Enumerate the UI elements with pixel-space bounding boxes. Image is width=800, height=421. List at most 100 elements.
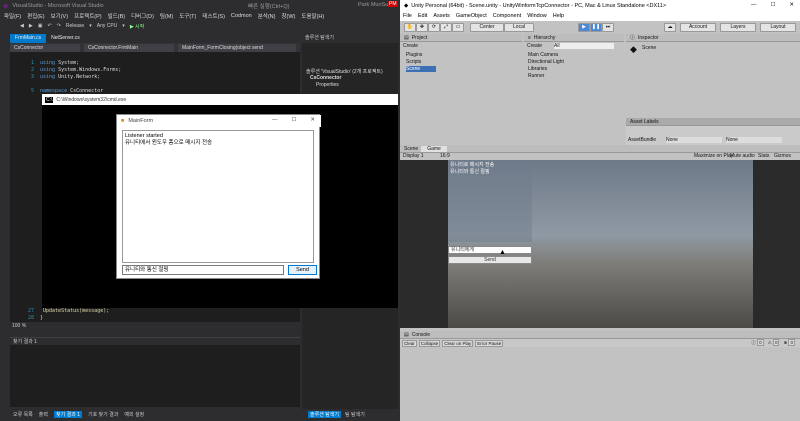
nav-member-dropdown[interactable]: MainForm_FormClosing(object send bbox=[178, 43, 296, 52]
save-icon[interactable]: ▣ bbox=[38, 23, 43, 29]
console-clear-button[interactable]: Clear bbox=[402, 339, 417, 347]
send-button[interactable]: Send bbox=[288, 265, 317, 275]
menu-test[interactable]: 테스트(S) bbox=[202, 12, 225, 20]
project-node[interactable]: CsConnector bbox=[310, 75, 341, 81]
redo-icon[interactable]: ↷ bbox=[57, 23, 61, 29]
tab-netserver[interactable]: NetServer.cs bbox=[46, 34, 85, 43]
config-dropdown[interactable]: Release bbox=[66, 23, 84, 29]
menu-view[interactable]: 보기(V) bbox=[51, 12, 68, 20]
hierarchy-item[interactable]: Directional Light bbox=[528, 59, 564, 65]
solution-node[interactable]: 솔루션 'VisualStudio' (2개 프로젝트) bbox=[306, 68, 383, 75]
maximize-on-play-toggle[interactable]: Maximize on Play bbox=[694, 153, 733, 159]
tab-exception-settings[interactable]: 예외 설정 bbox=[124, 411, 144, 418]
menu-help[interactable]: Help bbox=[553, 13, 564, 19]
maximize-icon[interactable]: ☐ bbox=[770, 2, 775, 8]
forward-icon[interactable]: ▶ bbox=[29, 23, 33, 29]
play-icon[interactable]: ▶ bbox=[578, 23, 590, 32]
start-button[interactable]: ▶ 시작 bbox=[130, 23, 144, 30]
tab-error-list[interactable]: 오류 목록 bbox=[13, 411, 33, 418]
properties-node[interactable]: Properties bbox=[316, 82, 339, 88]
zoom-level[interactable]: 100 % bbox=[10, 323, 26, 329]
game-send-button[interactable]: Send bbox=[448, 256, 532, 264]
tab-symbol-results[interactable]: 기호 찾기 결과 bbox=[88, 411, 118, 418]
tab-scene[interactable]: Scene bbox=[404, 146, 418, 152]
info-count[interactable]: ⓘ 0 bbox=[750, 339, 764, 346]
tab-inspector[interactable]: Inspector bbox=[638, 35, 659, 41]
user-name[interactable]: Park MunSu bbox=[358, 2, 388, 8]
rotate-tool-icon[interactable]: ⟳ bbox=[428, 23, 440, 32]
maximize-icon[interactable]: ☐ bbox=[291, 117, 296, 123]
tab-solution-explorer[interactable]: 솔루션 탐색기 bbox=[308, 411, 341, 418]
mute-audio-toggle[interactable]: Mute audio bbox=[730, 153, 755, 159]
hierarchy-item[interactable]: Main Camera bbox=[528, 52, 558, 58]
warning-count[interactable]: ⚠ 0 bbox=[767, 339, 781, 346]
close-icon[interactable]: ✕ bbox=[310, 117, 315, 123]
menu-debug[interactable]: 디버그(D) bbox=[131, 12, 154, 20]
aspect-dropdown[interactable]: 16:9 bbox=[440, 153, 450, 159]
step-icon[interactable]: ⏭ bbox=[602, 23, 614, 32]
chevron-down-icon[interactable]: ▾ bbox=[122, 23, 125, 29]
back-icon[interactable]: ◀ bbox=[20, 23, 24, 29]
display-dropdown[interactable]: Display 1 bbox=[403, 153, 424, 159]
tab-find-results[interactable]: 찾기 결과 1 bbox=[54, 411, 82, 418]
tab-game[interactable]: Game bbox=[421, 145, 447, 152]
close-icon[interactable]: ✕ bbox=[789, 2, 794, 8]
tab-project[interactable]: Project bbox=[412, 35, 428, 41]
menu-window[interactable]: 창(W) bbox=[281, 12, 295, 20]
console-log-area[interactable] bbox=[400, 347, 800, 421]
menu-file[interactable]: File bbox=[403, 13, 412, 19]
console-error-pause-button[interactable]: Error Pause bbox=[475, 339, 504, 347]
menu-build[interactable]: 빌드(B) bbox=[108, 12, 125, 20]
minimize-icon[interactable]: — bbox=[751, 2, 757, 8]
menu-component[interactable]: Component bbox=[493, 13, 521, 19]
menu-analyze[interactable]: 분석(N) bbox=[258, 12, 276, 20]
quick-launch[interactable]: 빠른 실행(Ctrl+Q) bbox=[248, 2, 289, 10]
tab-output[interactable]: 출력 bbox=[39, 411, 48, 418]
game-message-input[interactable]: 유니티에게 bbox=[448, 246, 532, 254]
menu-assets[interactable]: Assets bbox=[433, 13, 450, 19]
layers-dropdown[interactable]: Layers bbox=[720, 23, 756, 32]
chevron-down-icon[interactable]: ▾ bbox=[89, 23, 92, 29]
console-clear-on-play-button[interactable]: Clear on Play bbox=[442, 339, 474, 347]
menu-codmon[interactable]: Codmon bbox=[231, 13, 252, 19]
menu-file[interactable]: 파일(F) bbox=[4, 12, 21, 20]
layout-dropdown[interactable]: Layout bbox=[760, 23, 796, 32]
pivot-local-button[interactable]: Local bbox=[504, 23, 534, 32]
error-count[interactable]: ⊗ 0 bbox=[782, 339, 796, 346]
account-dropdown[interactable]: Account bbox=[680, 23, 716, 32]
console-collapse-button[interactable]: Collapse bbox=[418, 339, 441, 347]
menu-help[interactable]: 도움말(H) bbox=[301, 12, 324, 20]
move-tool-icon[interactable]: ✥ bbox=[416, 23, 428, 32]
inspector-panel[interactable]: ◆ Scene bbox=[626, 42, 800, 118]
project-panel[interactable]: Create Plugins Scripts Scene bbox=[400, 42, 522, 152]
cloud-icon[interactable]: ☁ bbox=[664, 23, 676, 32]
menu-project[interactable]: 프로젝트(P) bbox=[74, 12, 102, 20]
message-input[interactable]: 유니티와 통신 절핑 bbox=[122, 265, 284, 275]
mainform-title-bar[interactable]: ■ MainForm — ☐ ✕ bbox=[117, 115, 321, 127]
nav-project-dropdown[interactable]: CsConnector bbox=[10, 43, 80, 52]
tab-frmmain[interactable]: FrmMain.cs bbox=[10, 34, 47, 43]
hierarchy-item[interactable]: Libraries bbox=[528, 66, 547, 72]
pivot-center-button[interactable]: Center bbox=[470, 23, 504, 32]
hierarchy-panel[interactable]: Create All Main Camera Directional Light… bbox=[524, 42, 624, 152]
nav-class-dropdown[interactable]: CsConnector.FrmMain bbox=[84, 43, 174, 52]
message-log[interactable]: Listener started 유니티에서 윈도우 폼으로 메시지 전송 bbox=[122, 130, 314, 263]
hand-tool-icon[interactable]: ✋ bbox=[404, 23, 416, 32]
project-item-scene[interactable]: Scene bbox=[406, 66, 436, 72]
menu-edit[interactable]: 편집(E) bbox=[27, 12, 44, 20]
gizmos-dropdown[interactable]: Gizmos bbox=[774, 153, 791, 159]
tab-console[interactable]: Console bbox=[412, 332, 430, 338]
assetbundle-variant-dropdown[interactable]: None bbox=[726, 137, 782, 143]
minimize-icon[interactable]: — bbox=[272, 117, 278, 123]
hierarchy-search[interactable]: All bbox=[554, 43, 614, 49]
find-results-panel[interactable] bbox=[10, 345, 300, 407]
cmd-title-bar[interactable]: C:\ C:\Windows\system32\cmd.exe bbox=[42, 94, 398, 105]
hierarchy-item[interactable]: Runner bbox=[528, 73, 544, 79]
rect-tool-icon[interactable]: ▭ bbox=[452, 23, 464, 32]
menu-edit[interactable]: Edit bbox=[418, 13, 427, 19]
pause-icon[interactable]: ❚❚ bbox=[590, 23, 602, 32]
vs-side-toolbox-strip[interactable] bbox=[0, 34, 10, 414]
menu-tools[interactable]: 도구(T) bbox=[179, 12, 196, 20]
stats-toggle[interactable]: Stats bbox=[758, 153, 769, 159]
assetbundle-dropdown[interactable]: None bbox=[666, 137, 722, 143]
